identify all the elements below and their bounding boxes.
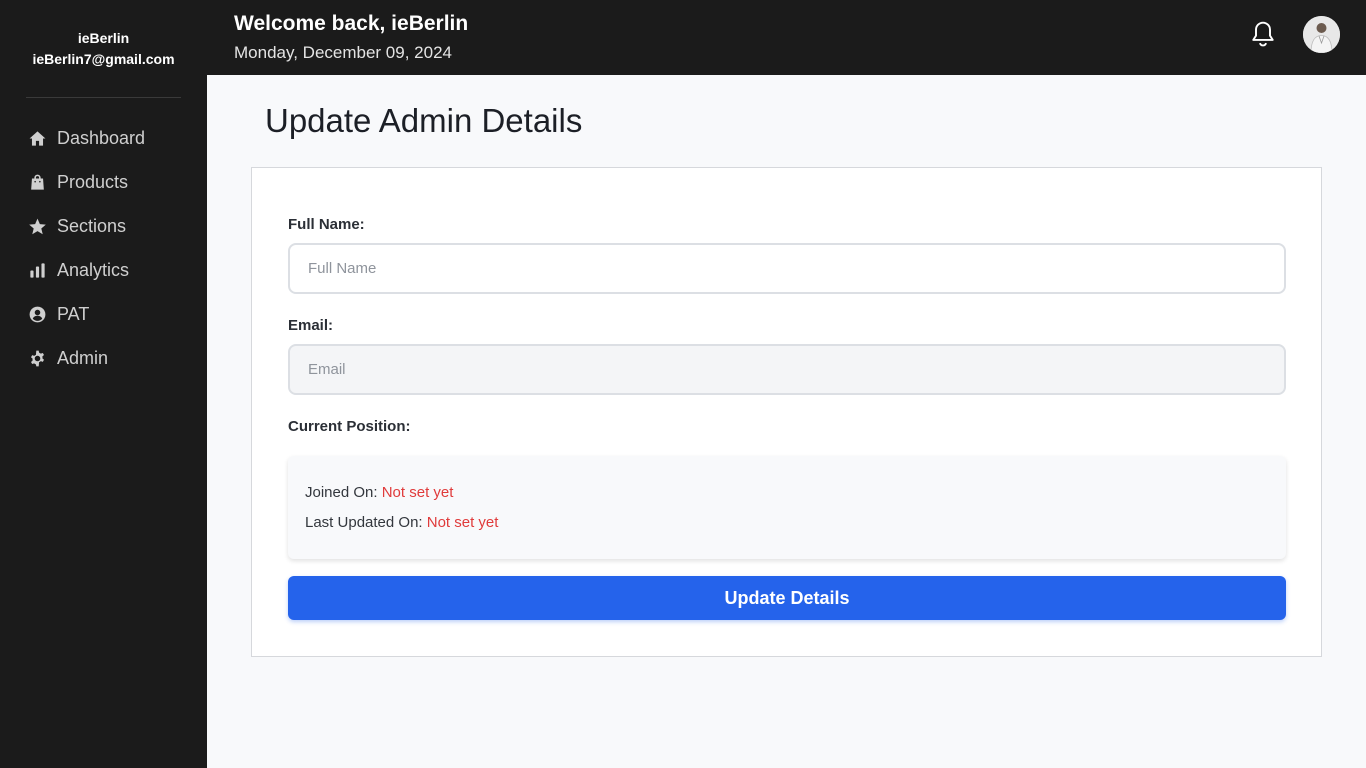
sidebar: ieBerlin ieBerlin7@gmail.com Dashboard P…	[0, 0, 207, 768]
gear-icon	[27, 348, 47, 368]
home-icon	[27, 128, 47, 148]
sidebar-username: ieBerlin	[77, 30, 130, 46]
sidebar-divider	[26, 97, 181, 98]
full-name-label: Full Name:	[288, 216, 365, 233]
joined-on-label: Joined On:	[305, 484, 378, 501]
shopping-bag-icon	[27, 172, 47, 192]
current-date: Monday, December 09, 2024	[234, 43, 452, 62]
position-info-box: Joined On: Not set yet Last Updated On: …	[288, 456, 1286, 559]
sidebar-item-label: Products	[57, 171, 129, 192]
user-circle-icon	[27, 304, 47, 324]
update-details-button[interactable]: Update Details	[288, 576, 1286, 620]
sidebar-item-analytics[interactable]: Analytics	[0, 248, 207, 292]
full-name-input[interactable]	[288, 243, 1286, 294]
sidebar-email: ieBerlin7@gmail.com	[32, 51, 175, 67]
sidebar-nav: Dashboard Products Sections Analytics PA…	[0, 116, 207, 380]
joined-on-value: Not set yet	[381, 484, 454, 501]
sidebar-item-label: Dashboard	[57, 127, 146, 148]
update-admin-form: Full Name: Email: Current Position: Join…	[251, 167, 1322, 657]
sidebar-item-sections[interactable]: Sections	[0, 204, 207, 248]
last-updated-value: Not set yet	[426, 514, 499, 531]
topbar: Welcome back, ieBerlin Monday, December …	[207, 0, 1366, 75]
sidebar-item-products[interactable]: Products	[0, 160, 207, 204]
page-title: Update Admin Details	[265, 102, 583, 139]
star-icon	[27, 216, 47, 236]
current-position-label: Current Position:	[288, 418, 411, 435]
email-label: Email:	[288, 317, 334, 334]
joined-on-line: Joined On: Not set yet	[305, 484, 453, 501]
sidebar-item-dashboard[interactable]: Dashboard	[0, 116, 207, 160]
sidebar-item-label: Sections	[57, 215, 127, 236]
sidebar-item-label: Analytics	[57, 259, 130, 280]
email-input[interactable]	[288, 344, 1286, 395]
sidebar-item-admin[interactable]: Admin	[0, 336, 207, 380]
sidebar-profile: ieBerlin ieBerlin7@gmail.com	[0, 0, 207, 98]
welcome-message: Welcome back, ieBerlin	[234, 12, 469, 35]
bell-icon[interactable]	[1250, 20, 1276, 48]
sidebar-item-label: Admin	[57, 347, 109, 368]
last-updated-label: Last Updated On:	[305, 514, 423, 531]
avatar[interactable]	[1303, 16, 1340, 53]
bar-chart-icon	[27, 260, 47, 280]
sidebar-item-label: PAT	[57, 303, 90, 324]
sidebar-item-pat[interactable]: PAT	[0, 292, 207, 336]
last-updated-line: Last Updated On: Not set yet	[305, 514, 498, 531]
